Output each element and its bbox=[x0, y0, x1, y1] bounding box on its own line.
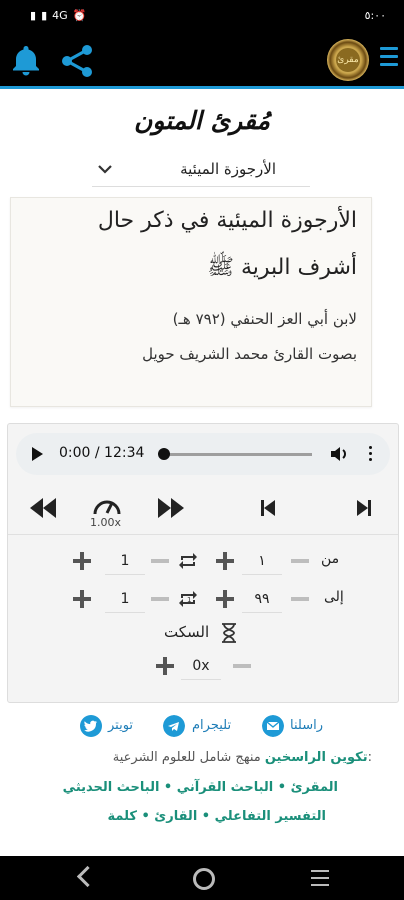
logo-text: مقرئ bbox=[336, 48, 360, 72]
footer-desc-link[interactable]: تكوين الراسخين bbox=[265, 750, 368, 765]
silence-minus-button[interactable] bbox=[233, 664, 251, 668]
telegram-link[interactable]: تليجرام bbox=[192, 718, 231, 733]
skip-next-icon[interactable] bbox=[357, 500, 371, 516]
selector-value: الأرجوزة الميئية bbox=[180, 160, 276, 178]
silence-field[interactable]: 0x bbox=[181, 653, 221, 680]
notification-bell-icon[interactable] bbox=[8, 42, 44, 78]
seek-knob[interactable] bbox=[158, 448, 170, 460]
from-verse-plus-button[interactable] bbox=[216, 552, 234, 570]
battery-icon: ▮ bbox=[30, 9, 37, 22]
audio-player-panel: 0:00 / 12:34 1.00x 1 ١ من 1 1 ٩٩ إلى الس… bbox=[7, 423, 399, 703]
rewind-icon[interactable] bbox=[30, 498, 56, 518]
poem-info-card: الأرجوزة الميئية في ذكر حال أشرف البرية … bbox=[10, 197, 372, 407]
to-repeat-minus-button[interactable] bbox=[151, 597, 169, 601]
from-repeat-minus-button[interactable] bbox=[151, 559, 169, 563]
system-nav-bar bbox=[0, 856, 404, 900]
hamburger-menu-icon[interactable] bbox=[380, 47, 398, 69]
silence-plus-button[interactable] bbox=[156, 657, 174, 675]
recent-apps-icon[interactable] bbox=[311, 870, 329, 891]
status-icons: ▮ ▮ 4G ⏰ bbox=[30, 9, 86, 22]
chevron-down-icon bbox=[98, 165, 112, 174]
poem-selector[interactable]: الأرجوزة الميئية bbox=[92, 154, 310, 187]
twitter-link[interactable]: تويتر bbox=[108, 718, 133, 733]
skip-previous-icon[interactable] bbox=[261, 500, 275, 516]
from-verse-minus-button[interactable] bbox=[291, 559, 309, 563]
to-repeat-field[interactable]: 1 bbox=[105, 586, 145, 613]
to-label: إلى bbox=[324, 589, 344, 605]
svg-text:1: 1 bbox=[187, 596, 191, 604]
time-display: 0:00 / 12:34 bbox=[59, 445, 145, 461]
poem-title-line2: أشرف البرية ﷺ bbox=[207, 255, 357, 280]
footer-apps-row2[interactable]: التفسير التفاعلي • القارئ • كلمة bbox=[107, 809, 326, 824]
repeat-icon bbox=[179, 553, 197, 569]
network-label: 4G bbox=[52, 9, 68, 22]
footer-description: تكوين الراسخين منهج شامل للعلوم الشرعية: bbox=[113, 750, 372, 765]
play-icon[interactable] bbox=[32, 447, 43, 461]
speed-label: 1.00x bbox=[90, 516, 122, 529]
email-icon[interactable] bbox=[262, 715, 284, 737]
volume-icon[interactable] bbox=[329, 444, 349, 464]
audio-control-bar: 0:00 / 12:34 bbox=[16, 433, 390, 475]
share-icon[interactable] bbox=[58, 42, 96, 80]
poem-reciter: بصوت القارئ محمد الشريف حويل bbox=[142, 345, 357, 363]
app-bar: مقرئ bbox=[0, 34, 404, 89]
to-verse-minus-button[interactable] bbox=[291, 597, 309, 601]
divider bbox=[8, 534, 398, 535]
from-label: من bbox=[321, 551, 340, 567]
page-title: مُقرئ المتون bbox=[134, 106, 270, 135]
clock: ٥:٠٠ bbox=[364, 9, 386, 22]
status-bar: ▮ ▮ 4G ⏰ ٥:٠٠ bbox=[0, 0, 404, 34]
from-repeat-field[interactable]: 1 bbox=[105, 548, 145, 575]
sim-icon: ▮ bbox=[41, 9, 48, 22]
footer-apps-row1[interactable]: المقرئ • الباحث القرآني • الباحث الحديثي bbox=[63, 780, 338, 795]
to-verse-plus-button[interactable] bbox=[216, 590, 234, 608]
from-repeat-plus-button[interactable] bbox=[73, 552, 91, 570]
telegram-icon[interactable] bbox=[163, 715, 185, 737]
to-verse-field[interactable]: ٩٩ bbox=[242, 586, 282, 613]
more-options-icon[interactable] bbox=[369, 446, 373, 464]
seek-bar[interactable] bbox=[164, 453, 312, 456]
back-icon[interactable] bbox=[76, 865, 99, 888]
contact-link[interactable]: راسلنا bbox=[290, 718, 323, 733]
to-repeat-plus-button[interactable] bbox=[73, 590, 91, 608]
alarm-icon: ⏰ bbox=[72, 9, 87, 22]
silence-label: السكت bbox=[164, 623, 210, 641]
repeat-one-icon: 1 bbox=[179, 591, 197, 607]
poem-author: لابن أبي العز الحنفي (٧٩٢ هـ) bbox=[172, 310, 357, 328]
home-icon[interactable] bbox=[193, 868, 215, 890]
fast-forward-icon[interactable] bbox=[158, 498, 184, 518]
twitter-icon[interactable] bbox=[80, 715, 102, 737]
footer-links: تويتر تليجرام راسلنا bbox=[0, 714, 404, 742]
poem-title-line1: الأرجوزة الميئية في ذكر حال bbox=[97, 208, 357, 233]
speed-gauge-icon[interactable] bbox=[92, 494, 122, 516]
from-verse-field[interactable]: ١ bbox=[242, 548, 282, 575]
hourglass-icon bbox=[222, 623, 236, 643]
app-logo[interactable]: مقرئ bbox=[327, 39, 369, 81]
